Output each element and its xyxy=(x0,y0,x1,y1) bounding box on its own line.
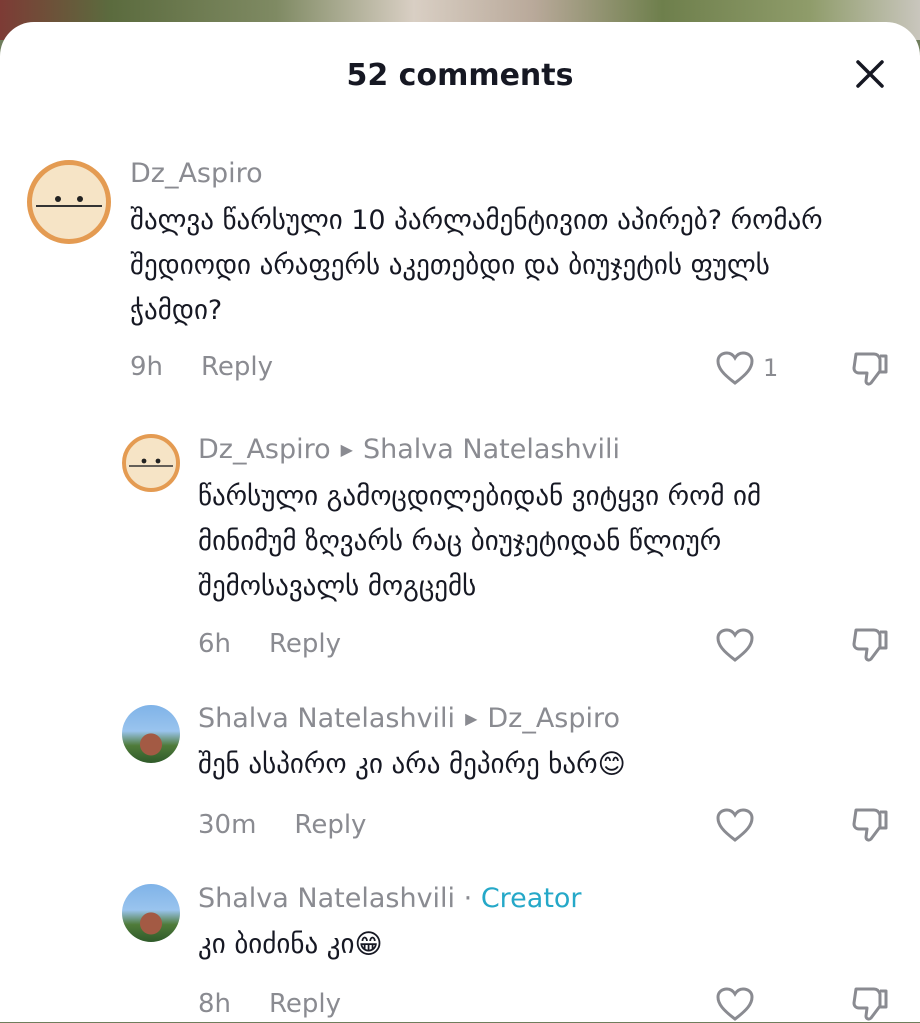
triangle-right-icon: ▶ xyxy=(465,709,478,728)
heart-icon[interactable] xyxy=(715,986,755,1022)
reply-to-user[interactable]: Dz_Aspiro xyxy=(487,703,620,734)
comments-header: 52 comments xyxy=(0,22,920,126)
reply-button[interactable]: Reply xyxy=(201,352,273,382)
thumbs-down-icon[interactable] xyxy=(850,804,890,844)
creator-badge: Creator xyxy=(480,883,582,914)
close-icon[interactable] xyxy=(852,56,888,92)
heart-icon[interactable] xyxy=(715,807,755,843)
reply-to-user[interactable]: Shalva Natelashvili xyxy=(363,434,620,465)
avatar[interactable] xyxy=(122,434,180,492)
like-count: 1 xyxy=(763,354,779,382)
comment-text: წარსული გამოცდილებიდან ვიტყვი რომ იმ მინ… xyxy=(198,481,762,602)
comment-meta: 6h Reply xyxy=(198,629,341,659)
reply-button[interactable]: Reply xyxy=(269,989,341,1019)
thumbs-down-icon[interactable] xyxy=(850,624,890,664)
comment-time: 30m xyxy=(198,810,257,840)
heart-icon[interactable] xyxy=(715,350,755,386)
comments-count-title: 52 comments xyxy=(346,58,574,93)
heart-icon[interactable] xyxy=(715,627,755,663)
comment-text: შალვა წარსული 10 პარლამენტივით აპირებ? რ… xyxy=(130,205,823,326)
reply-button[interactable]: Reply xyxy=(269,629,341,659)
comment-meta: 30m Reply xyxy=(198,810,366,840)
comment-meta: 9h Reply xyxy=(130,352,273,382)
thumbs-down-icon[interactable] xyxy=(850,983,890,1023)
comment-text: კი ბიძინა კი😁 xyxy=(198,929,383,960)
thumbs-down-icon[interactable] xyxy=(850,348,890,388)
comment-author[interactable]: Dz_Aspiro ▶ Shalva Natelashvili xyxy=(198,434,620,465)
comment-time: 6h xyxy=(198,629,232,659)
avatar[interactable] xyxy=(27,160,111,244)
comment-time: 8h xyxy=(198,989,232,1019)
comment-meta: 8h Reply xyxy=(198,989,341,1019)
triangle-right-icon: ▶ xyxy=(340,440,353,459)
comment-author[interactable]: Shalva Natelashvili ▶ Dz_Aspiro xyxy=(198,703,620,734)
comments-sheet: 52 comments Dz_Aspiro შალვა წარსული 10 პ… xyxy=(0,22,920,1022)
avatar[interactable] xyxy=(122,884,180,942)
comment-text: შენ ასპირო კი არა მეპირე ხარ😊 xyxy=(198,749,626,780)
comment-author[interactable]: Dz_Aspiro xyxy=(130,158,263,189)
comment-time: 9h xyxy=(130,352,164,382)
reply-button[interactable]: Reply xyxy=(294,810,366,840)
comment-author[interactable]: Shalva Natelashvili · Creator xyxy=(198,883,582,914)
avatar[interactable] xyxy=(122,705,180,763)
